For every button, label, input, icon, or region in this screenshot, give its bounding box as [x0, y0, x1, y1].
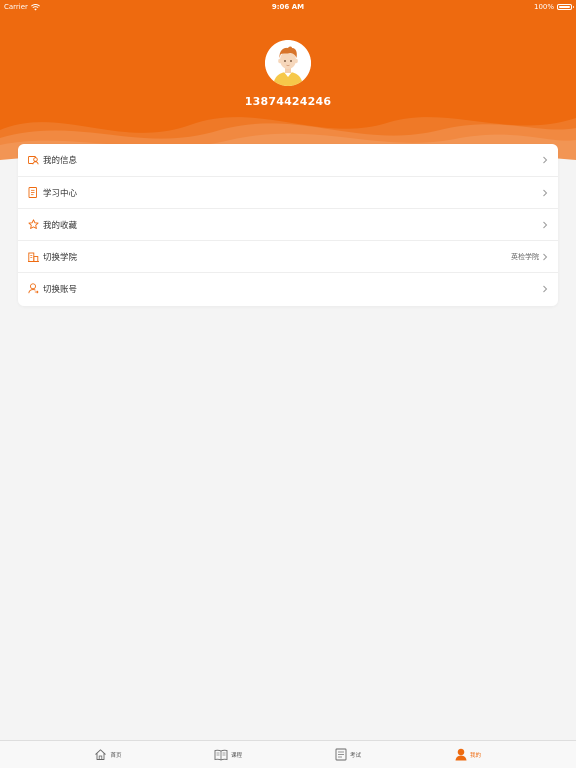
phone-number: 13874424246 — [244, 95, 332, 108]
menu-item-switch-account[interactable]: 切换账号 — [18, 272, 558, 304]
tab-label: 课程 — [230, 752, 242, 759]
exam-paper-icon — [335, 748, 347, 761]
avatar-illustration-icon — [265, 40, 311, 86]
chevron-right-icon — [543, 253, 548, 260]
chevron-right-icon — [543, 221, 548, 228]
current-college-value: 英检学院 — [511, 252, 539, 261]
tab-bar: 首页 课程 考试 我的 — [0, 740, 576, 768]
battery-indicator: 100% — [533, 0, 574, 14]
building-icon — [27, 251, 39, 263]
battery-icon — [557, 4, 574, 10]
clock: 9:06 AM — [271, 3, 305, 11]
tab-label: 首页 — [110, 752, 122, 759]
home-icon — [95, 749, 107, 760]
menu-item-my-info[interactable]: 我的信息 — [18, 144, 558, 176]
menu-item-label: 切换账号 — [43, 284, 78, 295]
chevron-right-icon — [543, 285, 548, 292]
menu-item-label: 切换学院 — [43, 252, 78, 263]
menu-item-label: 我的收藏 — [43, 220, 78, 231]
book-icon — [214, 749, 228, 761]
person-icon — [455, 748, 467, 761]
user-card-icon — [27, 154, 39, 166]
tab-label: 我的 — [469, 752, 481, 759]
switch-user-icon — [27, 283, 39, 295]
profile-header: Carrier 9:06 AM 100% 13874424246 — [0, 0, 576, 160]
menu-item-study-center[interactable]: 学习中心 — [18, 176, 558, 208]
tab-label: 考试 — [349, 752, 361, 759]
chevron-right-icon — [543, 156, 548, 164]
notebook-icon — [27, 187, 39, 199]
chevron-right-icon — [543, 189, 548, 196]
tab-mine[interactable]: 我的 — [396, 741, 540, 768]
menu-item-favorites[interactable]: 我的收藏 — [18, 208, 558, 240]
battery-percent: 100% — [533, 3, 554, 11]
star-icon — [27, 219, 39, 231]
avatar[interactable] — [265, 40, 311, 86]
menu-item-label: 学习中心 — [43, 188, 78, 199]
menu-item-label: 我的信息 — [43, 156, 78, 166]
status-bar: Carrier 9:06 AM 100% — [0, 0, 576, 14]
menu-item-switch-college[interactable]: 切换学院 英检学院 — [18, 240, 558, 272]
menu-card: 我的信息 学习中心 我的收藏 切换学院 英检学院 切换账号 — [18, 144, 558, 306]
